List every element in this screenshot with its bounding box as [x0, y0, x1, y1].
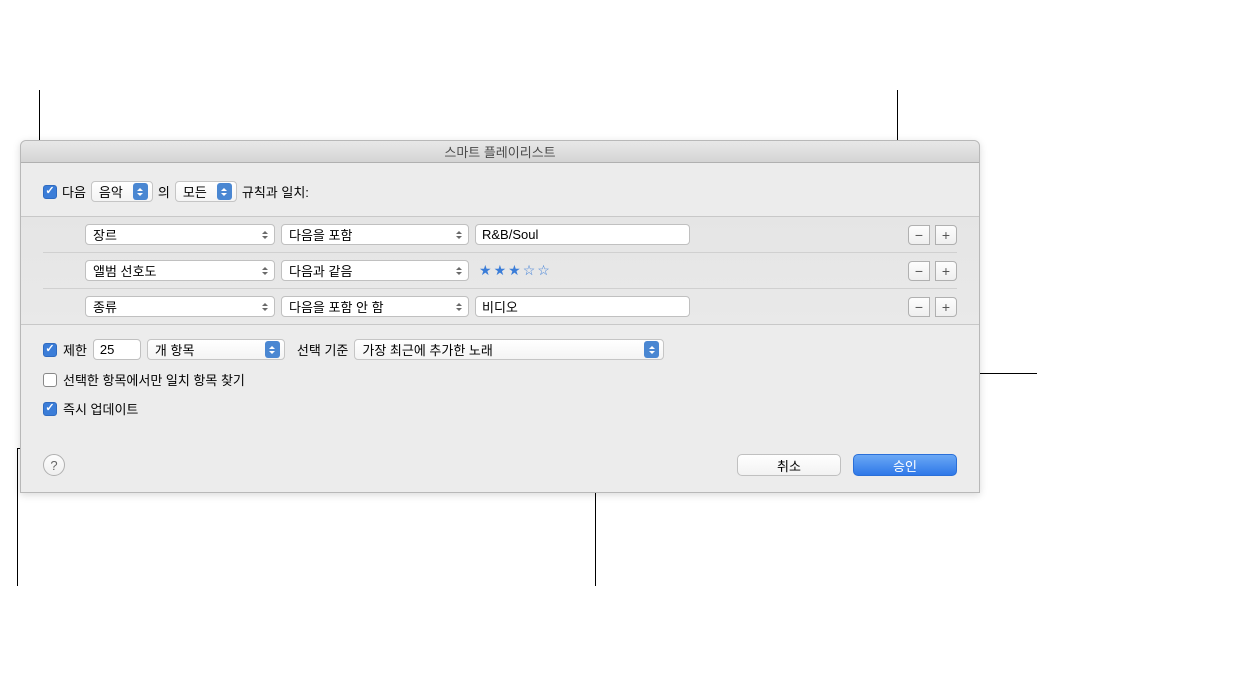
rule-field-popup[interactable]: 장르: [85, 224, 275, 245]
only-checked-checkbox[interactable]: [43, 373, 57, 387]
callout-line: [17, 448, 18, 586]
rule-operator-value: 다음과 같음: [289, 261, 352, 280]
dialog-content: 다음 음악 의 모든 규칙과 일치: 장르: [21, 163, 979, 492]
add-rule-button[interactable]: +: [935, 297, 957, 317]
remove-rule-button[interactable]: −: [908, 297, 930, 317]
rule-operator-popup[interactable]: 다음을 포함: [281, 224, 469, 245]
live-update-checkbox[interactable]: [43, 402, 57, 416]
rule-operator-value: 다음을 포함 안 함: [289, 297, 384, 316]
match-suffix-label: 규칙과 일치:: [242, 182, 309, 201]
chevron-updown-icon: [217, 183, 232, 200]
dialog-button-row: ? 취소 승인: [43, 454, 957, 476]
rule-value-input[interactable]: [475, 296, 690, 317]
chevron-updown-icon: [451, 226, 466, 243]
limit-label: 제한: [63, 340, 87, 359]
star-icon: ★: [494, 262, 507, 279]
rule-value-input[interactable]: [475, 224, 690, 245]
dialog-title: 스마트 플레이리스트: [444, 142, 555, 161]
rules-list: 장르 다음을 포함 − + 앨범 선호도: [21, 216, 979, 325]
live-update-label: 즉시 업데이트: [63, 399, 138, 418]
star-icon: ★: [479, 262, 492, 279]
cancel-button[interactable]: 취소: [737, 454, 841, 476]
select-by-label: 선택 기준: [297, 340, 348, 359]
rule-operator-popup[interactable]: 다음을 포함 안 함: [281, 296, 469, 317]
rule-field-value: 장르: [93, 225, 117, 244]
chevron-updown-icon: [451, 298, 466, 315]
dialog-titlebar: 스마트 플레이리스트: [21, 141, 979, 163]
smart-playlist-dialog: 스마트 플레이리스트 다음 음악 의 모든 규칙과 일치:: [20, 140, 980, 493]
chevron-updown-icon: [257, 226, 272, 243]
media-type-value: 음악: [99, 182, 123, 201]
remove-rule-button[interactable]: −: [908, 261, 930, 281]
rule-rating-stars[interactable]: ★ ★ ★ ☆ ☆: [475, 262, 690, 279]
rule-row: 종류 다음을 포함 안 함 − +: [43, 289, 957, 324]
ok-button[interactable]: 승인: [853, 454, 957, 476]
match-checkbox[interactable]: [43, 185, 57, 199]
star-icon: ★: [508, 262, 521, 279]
rule-field-popup[interactable]: 앨범 선호도: [85, 260, 275, 281]
rule-operator-value: 다음을 포함: [289, 225, 352, 244]
chevron-updown-icon: [644, 341, 659, 358]
chevron-updown-icon: [451, 262, 466, 279]
rule-field-value: 앨범 선호도: [93, 261, 156, 280]
limit-value-input[interactable]: [93, 339, 141, 360]
chevron-updown-icon: [257, 298, 272, 315]
only-checked-label: 선택한 항목에서만 일치 항목 찾기: [63, 370, 245, 389]
match-prefix-label: 다음: [62, 182, 86, 201]
star-outline-icon: ☆: [537, 262, 550, 279]
rule-field-value: 종류: [93, 297, 117, 316]
limit-unit-value: 개 항목: [155, 340, 195, 359]
limit-row: 제한 개 항목 선택 기준 가장 최근에 추가한 노래: [43, 339, 957, 360]
rule-operator-popup[interactable]: 다음과 같음: [281, 260, 469, 281]
only-checked-row: 선택한 항목에서만 일치 항목 찾기: [43, 370, 957, 389]
select-by-value: 가장 최근에 추가한 노래: [362, 340, 492, 359]
remove-rule-button[interactable]: −: [908, 225, 930, 245]
chevron-updown-icon: [265, 341, 280, 358]
add-rule-button[interactable]: +: [935, 261, 957, 281]
chevron-updown-icon: [257, 262, 272, 279]
media-type-popup[interactable]: 음악: [91, 181, 153, 202]
match-mode-popup[interactable]: 모든: [175, 181, 237, 202]
select-by-popup[interactable]: 가장 최근에 추가한 노래: [354, 339, 664, 360]
rule-row: 앨범 선호도 다음과 같음 ★ ★ ★ ☆ ☆ −: [43, 253, 957, 289]
limit-checkbox[interactable]: [43, 343, 57, 357]
match-rules-row: 다음 음악 의 모든 규칙과 일치:: [43, 181, 957, 202]
match-joiner-label: 의: [158, 182, 170, 201]
rule-field-popup[interactable]: 종류: [85, 296, 275, 317]
limit-unit-popup[interactable]: 개 항목: [147, 339, 285, 360]
help-button[interactable]: ?: [43, 454, 65, 476]
rule-row: 장르 다음을 포함 − +: [43, 217, 957, 253]
add-rule-button[interactable]: +: [935, 225, 957, 245]
chevron-updown-icon: [133, 183, 148, 200]
live-update-row: 즉시 업데이트: [43, 399, 957, 418]
star-outline-icon: ☆: [523, 262, 536, 279]
match-mode-value: 모든: [183, 182, 207, 201]
